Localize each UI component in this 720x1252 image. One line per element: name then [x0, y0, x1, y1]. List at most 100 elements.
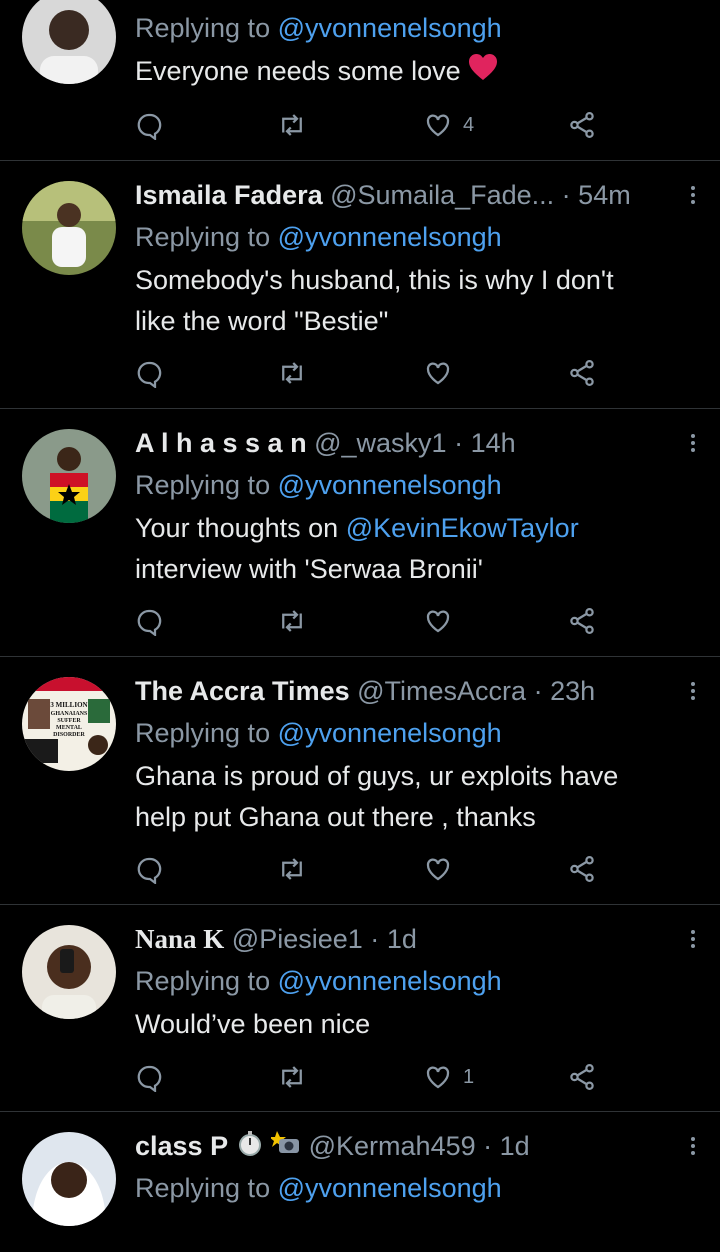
reply-to-mention[interactable]: @yvonnenelsongh: [278, 966, 502, 996]
like-button[interactable]: [423, 849, 453, 889]
display-name[interactable]: class P: [135, 1131, 228, 1161]
reply-button[interactable]: [135, 601, 165, 641]
like-count: 1: [463, 1065, 475, 1088]
retweet-button[interactable]: [277, 849, 307, 889]
retweet-icon: [282, 858, 302, 880]
more-vertical-icon[interactable]: [680, 669, 706, 713]
retweet-icon: [282, 114, 302, 136]
heart-icon: [426, 114, 450, 137]
timestamp[interactable]: 1d: [500, 1131, 530, 1161]
retweet-button[interactable]: [277, 601, 307, 641]
reply-to-mention[interactable]: @yvonnenelsongh: [278, 1173, 502, 1203]
reply-icon: [137, 361, 162, 388]
avatar-newspaper-text: 3 MILLION: [50, 701, 87, 709]
reply-to-mention[interactable]: @yvonnenelsongh: [278, 470, 502, 500]
heart-icon: [426, 362, 450, 385]
share-button[interactable]: [567, 601, 597, 641]
display-name[interactable]: The Accra Times: [135, 676, 350, 706]
display-name[interactable]: Ismaila Fadera: [135, 180, 323, 210]
share-icon: [570, 856, 594, 882]
red-heart-emoji: [468, 52, 498, 93]
like-button[interactable]: [423, 601, 453, 641]
tweet-3[interactable]: A l h a s s a n @_wasky1 · 14h Replying …: [0, 409, 720, 657]
reply-button[interactable]: [135, 1057, 165, 1097]
like-count: 4: [463, 113, 475, 136]
tweet-header: The Accra Times @TimesAccra · 23h: [135, 676, 596, 706]
share-button[interactable]: [567, 353, 597, 393]
share-button[interactable]: [567, 1057, 597, 1097]
user-handle[interactable]: @Kermah459: [309, 1131, 476, 1161]
tweet-actions: 1: [135, 1057, 615, 1097]
retweet-icon: [282, 1066, 302, 1088]
tweet-actions: [135, 849, 615, 889]
retweet-button[interactable]: [277, 105, 307, 145]
mention-link[interactable]: @KevinEkowTaylor: [346, 513, 579, 543]
heart-icon: [426, 610, 450, 633]
share-button[interactable]: [567, 849, 597, 889]
user-handle[interactable]: @Piesiee1: [232, 924, 363, 954]
avatar[interactable]: [22, 429, 116, 523]
more-vertical-icon[interactable]: [680, 1124, 706, 1168]
reply-to-mention[interactable]: @yvonnenelsongh: [278, 718, 502, 748]
display-name[interactable]: Nana K: [135, 924, 224, 954]
reply-button[interactable]: [135, 353, 165, 393]
stopwatch-icon: [236, 1126, 264, 1168]
tweet-actions: [135, 601, 615, 641]
user-handle[interactable]: @Sumaila_Fade...: [330, 180, 554, 210]
tweet-actions: 4: [135, 105, 615, 145]
display-name[interactable]: A l h a s s a n: [135, 428, 307, 458]
tweet-4[interactable]: 3 MILLION GHANAIANS SUFFER MENTAL DISORD…: [0, 657, 720, 905]
replying-label: Replying to: [135, 1173, 271, 1203]
timestamp[interactable]: 14h: [471, 428, 516, 458]
reply-icon: [137, 113, 162, 140]
avatar[interactable]: [22, 181, 116, 275]
tweet-text-line: like the word "Bestie": [135, 306, 389, 336]
timestamp[interactable]: 54m: [578, 180, 631, 210]
avatar[interactable]: [22, 925, 116, 1019]
tweet-header: Ismaila Fadera @Sumaila_Fade... · 54m: [135, 180, 631, 210]
share-icon: [570, 112, 594, 138]
more-vertical-icon[interactable]: [680, 173, 706, 217]
share-icon: [570, 608, 594, 634]
tweet-text-line: help put Ghana out there , thanks: [135, 802, 536, 832]
tweet-text: Everyone needs some love: [135, 51, 700, 93]
camera-flash-icon: [269, 1126, 301, 1168]
more-vertical-icon[interactable]: [680, 917, 706, 961]
avatar[interactable]: 3 MILLION GHANAIANS SUFFER MENTAL DISORD…: [22, 677, 116, 771]
like-button[interactable]: 4: [423, 105, 474, 145]
reply-to-mention[interactable]: @yvonnenelsongh: [278, 13, 502, 43]
retweet-button[interactable]: [277, 353, 307, 393]
tweet-text-line: Somebody's husband, this is why I don't: [135, 265, 614, 295]
svg-text:GHANAIANS: GHANAIANS: [51, 711, 88, 717]
reply-button[interactable]: [135, 849, 165, 889]
timestamp[interactable]: 23h: [550, 676, 595, 706]
tweet-text-line: Your thoughts on @KevinEkowTaylor: [135, 513, 579, 543]
replying-label: Replying to: [135, 222, 271, 252]
replying-label: Replying to: [135, 13, 271, 43]
tweet-1[interactable]: Replying to @yvonnenelsongh Everyone nee…: [0, 0, 720, 161]
timestamp[interactable]: 1d: [387, 924, 417, 954]
avatar[interactable]: [22, 1132, 116, 1226]
like-button[interactable]: 1: [423, 1057, 474, 1097]
user-handle[interactable]: @TimesAccra: [357, 676, 526, 706]
retweet-button[interactable]: [277, 1057, 307, 1097]
tweet-2[interactable]: Ismaila Fadera @Sumaila_Fade... · 54m Re…: [0, 161, 720, 409]
user-handle[interactable]: @_wasky1: [314, 428, 446, 458]
tweet-6[interactable]: class P @Kermah459 · 1d Replying to @yvo…: [0, 1112, 720, 1252]
replying-label: Replying to: [135, 470, 271, 500]
tweet-text-line: Would’ve been nice: [135, 1009, 371, 1039]
avatar[interactable]: [22, 0, 116, 84]
svg-text:DISORDER: DISORDER: [53, 732, 85, 738]
reply-button[interactable]: [135, 105, 165, 145]
heart-icon: [426, 858, 450, 881]
reply-to-mention[interactable]: @yvonnenelsongh: [278, 222, 502, 252]
more-vertical-icon[interactable]: [680, 421, 706, 465]
share-button[interactable]: [567, 105, 597, 145]
svg-text:MENTAL: MENTAL: [56, 725, 82, 731]
tweet-5[interactable]: Nana K @Piesiee1 · 1d Replying to @yvonn…: [0, 905, 720, 1112]
tweet-header: class P @Kermah459 · 1d: [135, 1124, 700, 1168]
like-button[interactable]: [423, 353, 453, 393]
heart-icon: [426, 1066, 450, 1089]
reply-icon: [137, 857, 162, 884]
share-icon: [570, 1064, 594, 1090]
